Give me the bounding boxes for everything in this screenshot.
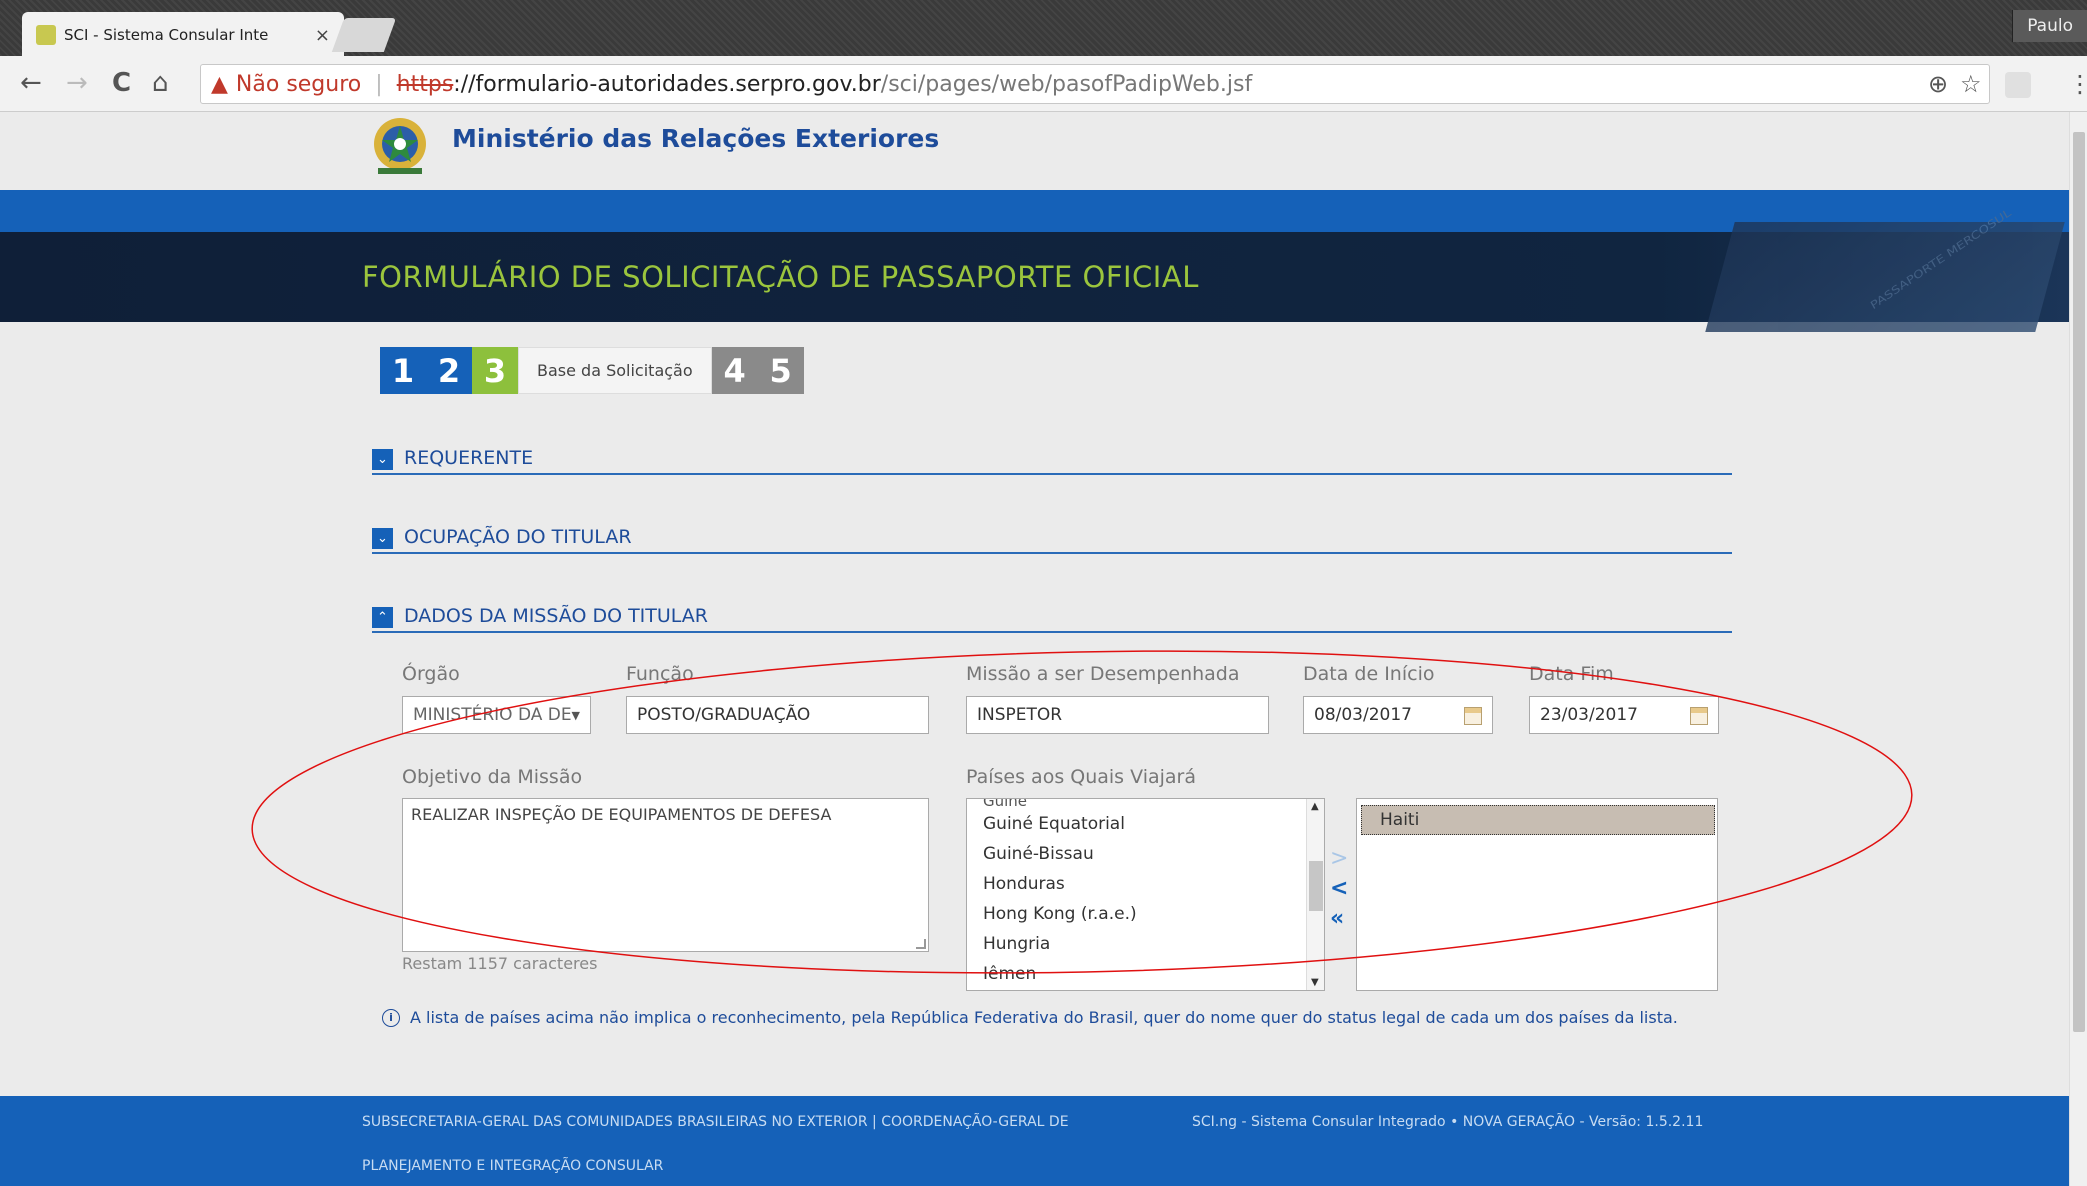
selected-countries-listbox[interactable]: Haiti	[1356, 798, 1718, 991]
site-favicon-icon	[36, 25, 56, 45]
section-title[interactable]: DADOS DA MISSÃO DO TITULAR	[404, 605, 708, 627]
scroll-thumb[interactable]	[1309, 861, 1323, 911]
browser-tab[interactable]: SCI - Sistema Consular Inte ×	[22, 12, 344, 58]
coat-of-arms-icon	[374, 118, 426, 174]
paises-label: Países aos Quais Viajará	[966, 766, 1196, 788]
zoom-icon[interactable]: ⊕	[1928, 70, 1948, 98]
profile-button[interactable]: Paulo	[2012, 10, 2087, 42]
site-header: Ministério das Relações Exteriores	[0, 112, 2069, 190]
step-5[interactable]: 5	[757, 347, 804, 394]
url-host: ://formulario-autoridades.serpro.gov.br	[453, 71, 881, 97]
countries-listbox[interactable]: Guiné Guiné Equatorial Guiné-Bissau Hond…	[966, 798, 1325, 991]
browser-tabstrip: SCI - Sistema Consular Inte × Paulo	[0, 0, 2087, 58]
data-inicio-value: 08/03/2017	[1314, 705, 1412, 725]
section-ocupacao[interactable]: ⌄ OCUPAÇÃO DO TITULAR	[372, 524, 1732, 554]
page-footer: SUBSECRETARIA-GERAL DAS COMUNIDADES BRAS…	[0, 1096, 2069, 1186]
tab-close-icon[interactable]: ×	[315, 25, 330, 46]
tab-title: SCI - Sistema Consular Inte	[64, 26, 269, 44]
info-icon: i	[382, 1008, 400, 1027]
scroll-up-icon[interactable]: ▲	[1311, 801, 1319, 812]
section-title[interactable]: OCUPAÇÃO DO TITULAR	[404, 526, 632, 548]
section-title[interactable]: REQUERENTE	[404, 447, 533, 469]
page-title: FORMULÁRIO DE SOLICITAÇÃO DE PASSAPORTE …	[362, 260, 1199, 294]
omnibox-separator: |	[375, 71, 383, 97]
step-1[interactable]: 1	[380, 347, 426, 394]
list-item[interactable]: Guiné-Bissau	[967, 839, 1324, 869]
security-label[interactable]: Não seguro	[236, 72, 361, 97]
listbox-scrollbar[interactable]: ▲ ▼	[1306, 799, 1324, 990]
list-item[interactable]: Guiné	[967, 799, 1324, 809]
info-note: i A lista de países acima não implica o …	[382, 1008, 1678, 1027]
page-scrollbar[interactable]	[2069, 112, 2087, 1186]
passport-text: PASSAPORTE MERCOSUL	[1868, 206, 2014, 312]
calendar-icon[interactable]	[1690, 707, 1708, 725]
step-2[interactable]: 2	[426, 347, 472, 394]
home-icon[interactable]: ⌂	[152, 68, 169, 98]
browser-menu-icon[interactable]: ⋮	[2068, 70, 2087, 98]
list-item[interactable]: Iêmen	[967, 959, 1324, 989]
missao-input[interactable]: INSPETOR	[966, 696, 1269, 734]
scroll-down-icon[interactable]: ▼	[1311, 977, 1319, 988]
forward-icon[interactable]: →	[66, 68, 88, 98]
section-missao[interactable]: ⌃ DADOS DA MISSÃO DO TITULAR	[372, 603, 1732, 633]
calendar-icon[interactable]	[1464, 707, 1482, 725]
dropdown-caret-icon: ▼	[571, 708, 580, 722]
reload-icon[interactable]: C	[112, 68, 131, 98]
chevron-down-icon[interactable]: ⌄	[372, 449, 393, 470]
info-text: A lista de países acima não implica o re…	[410, 1008, 1678, 1027]
remove-country-button[interactable]: <	[1330, 876, 1348, 901]
objetivo-label: Objetivo da Missão	[402, 766, 583, 788]
new-tab-button[interactable]	[331, 18, 397, 52]
chevron-down-icon[interactable]: ⌄	[372, 528, 393, 549]
ministry-name: Ministério das Relações Exteriores	[452, 124, 940, 153]
current-step-label: Base da Solicitação	[518, 347, 712, 394]
step-4[interactable]: 4	[711, 347, 758, 394]
section-requerente[interactable]: ⌄ REQUERENTE	[372, 445, 1732, 475]
footer-version: SCI.ng - Sistema Consular Integrado • NO…	[1192, 1114, 1704, 1130]
objetivo-textarea[interactable]: REALIZAR INSPEÇÃO DE EQUIPAMENTOS DE DEF…	[402, 798, 929, 952]
step-3[interactable]: 3	[472, 347, 518, 394]
list-item[interactable]: Honduras	[967, 869, 1324, 899]
footer-org-line1: SUBSECRETARIA-GERAL DAS COMUNIDADES BRAS…	[362, 1114, 1069, 1130]
remove-all-countries-button[interactable]: «	[1330, 906, 1344, 931]
data-fim-label: Data Fim	[1529, 663, 1614, 685]
missao-label: Missão a ser Desempenhada	[966, 663, 1240, 685]
page-content: Ministério das Relações Exteriores PASSA…	[0, 112, 2087, 1186]
chevron-up-icon[interactable]: ⌃	[372, 607, 393, 628]
data-fim-value: 23/03/2017	[1540, 705, 1638, 725]
add-country-button[interactable]: >	[1330, 846, 1348, 871]
footer-org-line2: PLANEJAMENTO E INTEGRAÇÃO CONSULAR	[362, 1158, 664, 1174]
bookmark-star-icon[interactable]: ☆	[1960, 70, 1982, 98]
passport-graphic: PASSAPORTE MERCOSUL	[1705, 206, 2065, 332]
url-path: /sci/pages/web/pasofPadipWeb.jsf	[880, 71, 1253, 97]
funcao-label: Função	[626, 663, 694, 685]
url-scheme: https	[396, 71, 454, 97]
remaining-chars: Restam 1157 caracteres	[402, 954, 598, 973]
wizard-steps: 1 2 3 Base da Solicitação 4 5	[380, 347, 804, 394]
browser-toolbar: ← → C ⌂ ▲ Não seguro | https://formulari…	[0, 56, 2087, 112]
resize-handle-icon[interactable]	[916, 939, 926, 949]
data-fim-input[interactable]: 23/03/2017	[1529, 696, 1719, 734]
list-item[interactable]: Guiné Equatorial	[967, 809, 1324, 839]
objetivo-value: REALIZAR INSPEÇÃO DE EQUIPAMENTOS DE DEF…	[411, 805, 832, 824]
extension-icon[interactable]	[2005, 72, 2031, 98]
page-scroll-thumb[interactable]	[2073, 132, 2085, 1032]
data-inicio-label: Data de Início	[1303, 663, 1435, 685]
data-inicio-input[interactable]: 08/03/2017	[1303, 696, 1493, 734]
funcao-input[interactable]: POSTO/GRADUAÇÃO	[626, 696, 929, 734]
title-band: PASSAPORTE MERCOSUL FORMULÁRIO DE SOLICI…	[0, 206, 2069, 332]
list-item[interactable]: Hungria	[967, 929, 1324, 959]
orgao-value: MINISTÉRIO DA DE	[413, 705, 572, 725]
selected-country-item[interactable]: Haiti	[1361, 805, 1715, 835]
address-bar[interactable]: ▲ Não seguro | https://formulario-autori…	[200, 64, 1990, 104]
orgao-label: Órgão	[402, 663, 460, 685]
warning-icon: ▲	[211, 71, 228, 97]
back-icon[interactable]: ←	[20, 68, 42, 98]
orgao-select[interactable]: MINISTÉRIO DA DE ▼	[402, 696, 591, 734]
list-item[interactable]: Hong Kong (r.a.e.)	[967, 899, 1324, 929]
